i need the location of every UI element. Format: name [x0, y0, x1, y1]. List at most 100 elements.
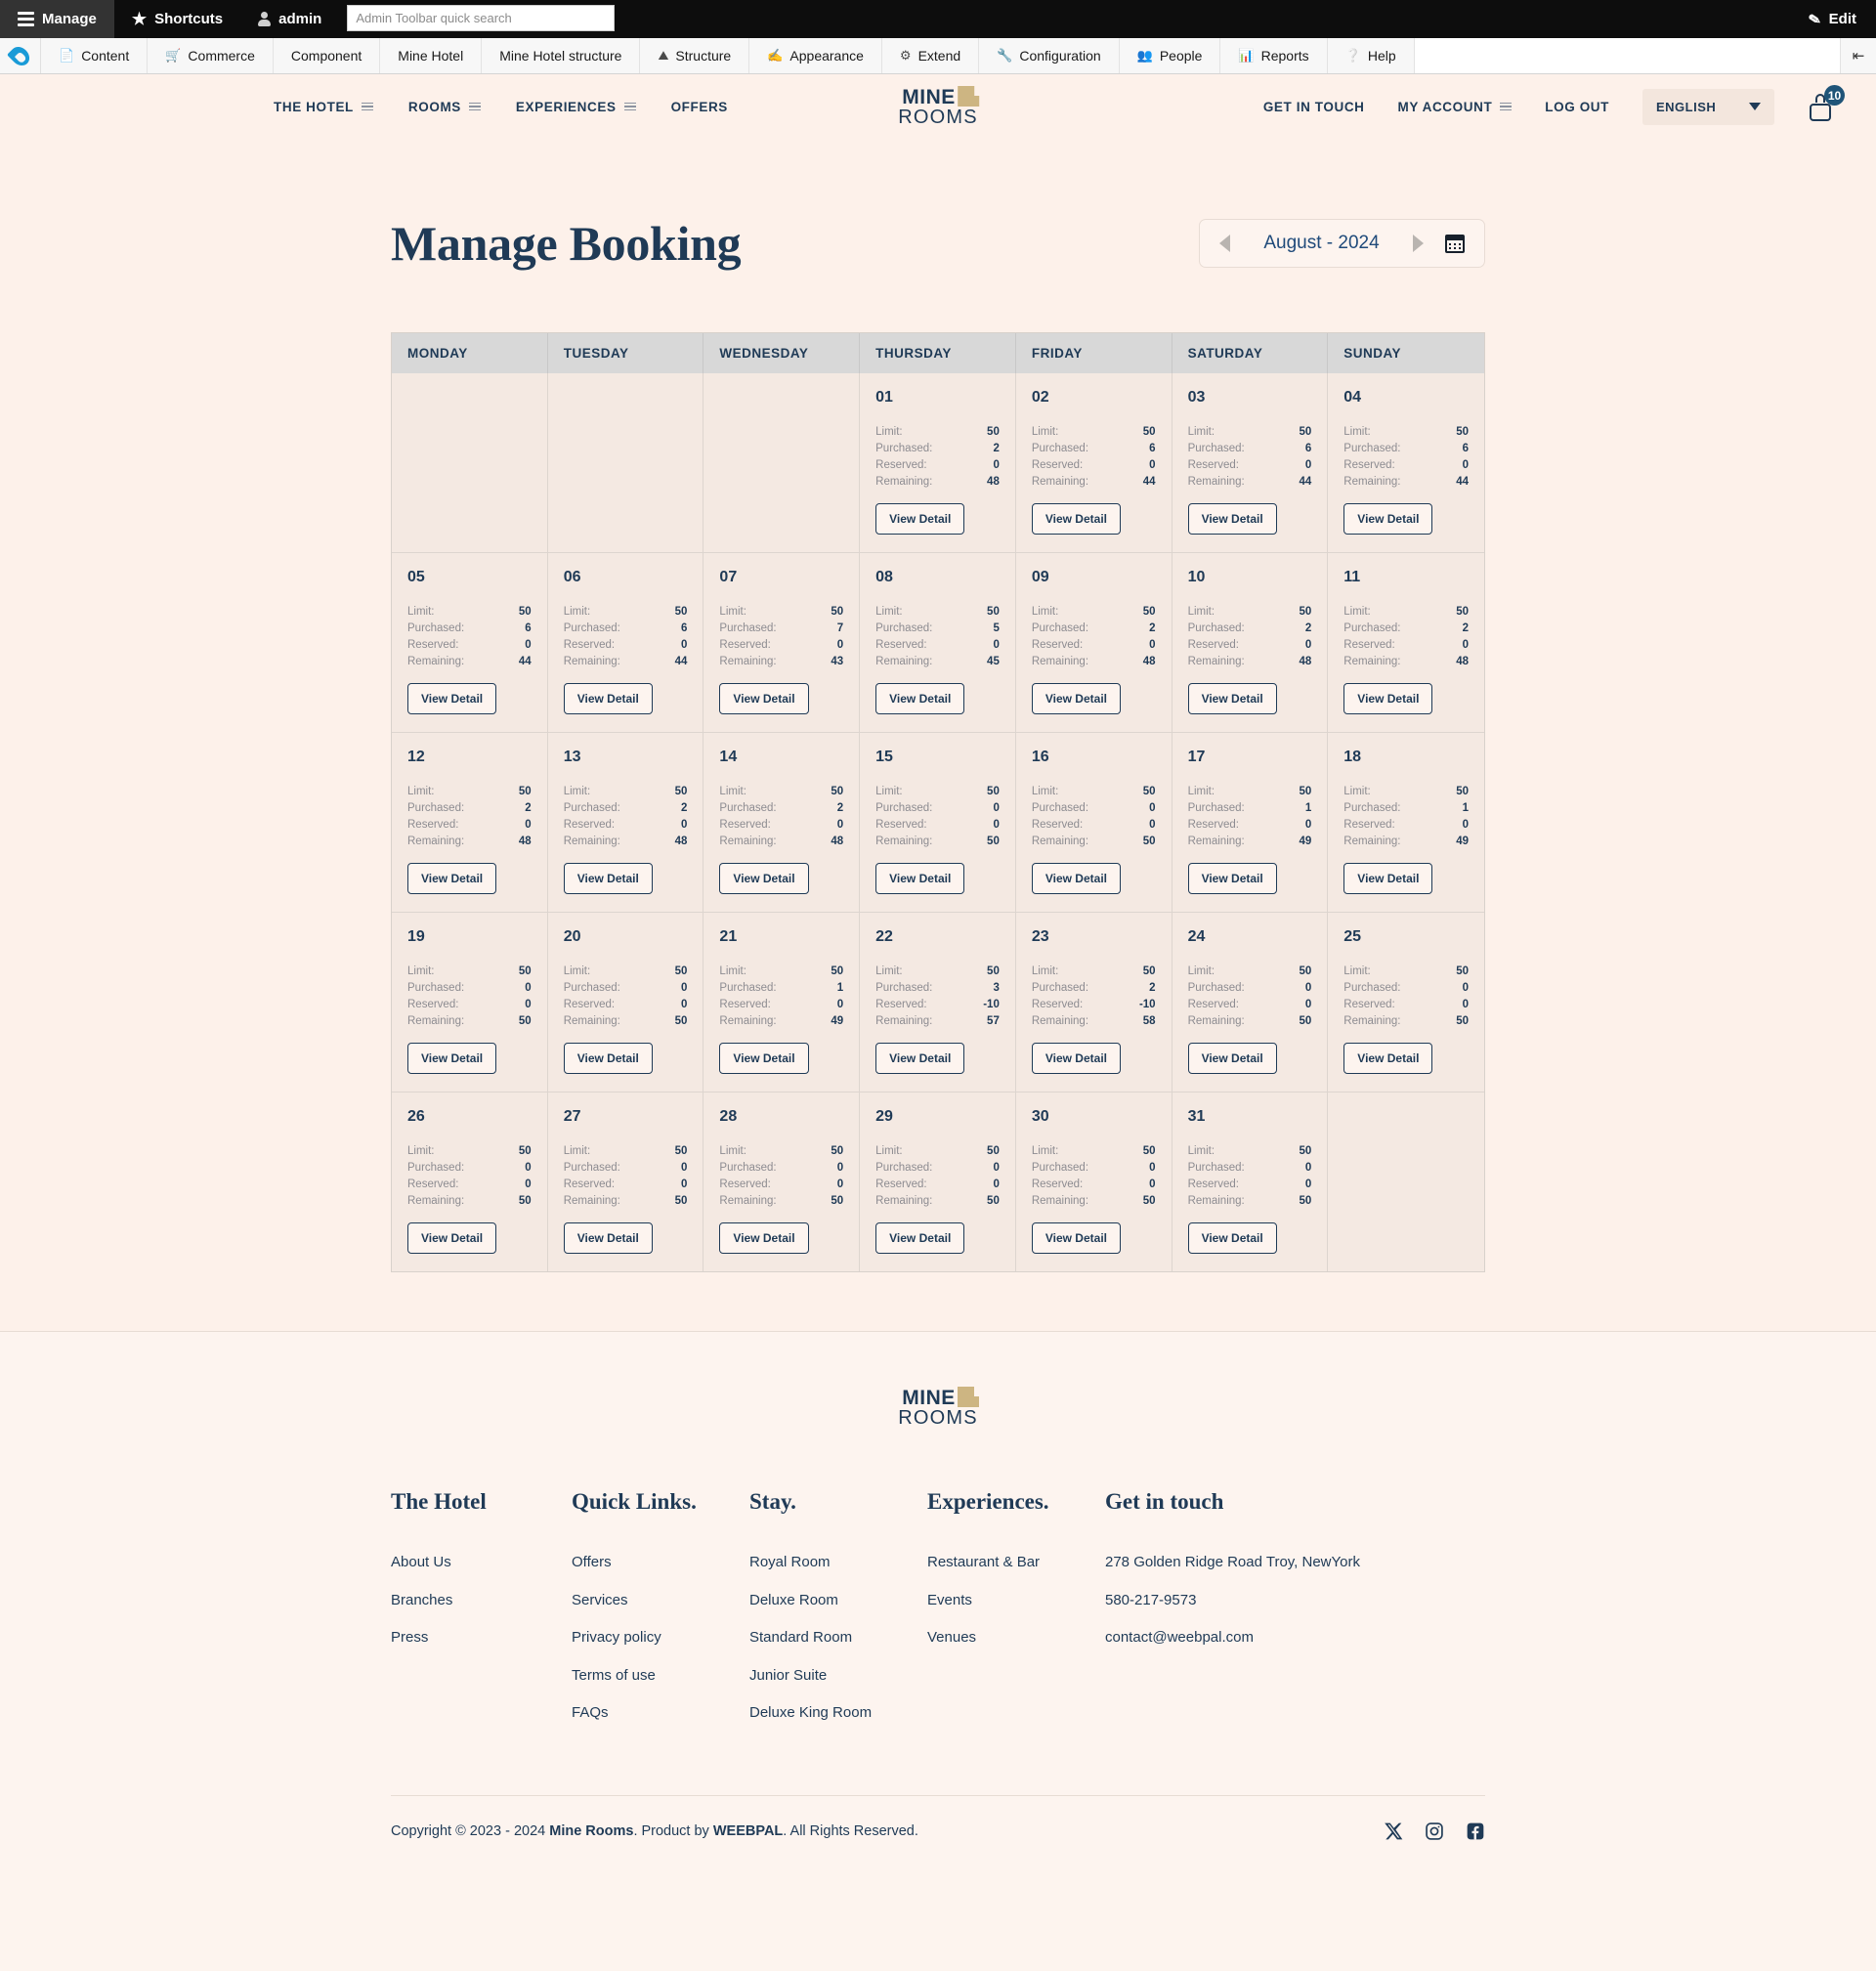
- view-detail-button[interactable]: View Detail: [1031, 683, 1121, 714]
- footer-link[interactable]: Restaurant & Bar: [927, 1552, 1105, 1574]
- footer-link[interactable]: Offers: [572, 1552, 749, 1574]
- stat-purchased: Purchased: 6: [564, 621, 688, 636]
- copyright-suffix: . All Rights Reserved.: [783, 1822, 918, 1839]
- stat-limit-label: Limit:: [875, 786, 903, 797]
- footer-link[interactable]: Services: [572, 1590, 749, 1612]
- view-detail-button[interactable]: View Detail: [1187, 683, 1277, 714]
- nav-item-my-account[interactable]: MY ACCOUNT: [1398, 100, 1513, 114]
- view-detail-button[interactable]: View Detail: [407, 683, 497, 714]
- admin-menu-commerce[interactable]: 🛒 Commerce: [148, 38, 274, 73]
- calendar-icon[interactable]: [1445, 234, 1465, 253]
- admin-menu-people[interactable]: 👥 People: [1120, 38, 1221, 73]
- view-detail-button[interactable]: View Detail: [875, 503, 965, 535]
- admin-menu-configuration[interactable]: 🔧 Configuration: [979, 38, 1120, 73]
- admin-quick-search-input[interactable]: [347, 5, 616, 31]
- language-selector[interactable]: ENGLISH: [1642, 88, 1774, 125]
- arrow-left-icon[interactable]: [1219, 235, 1230, 252]
- stat-limit-value: 50: [1299, 1145, 1312, 1157]
- admin-menu-structure[interactable]: ⛰ Structure: [640, 38, 750, 73]
- view-detail-button[interactable]: View Detail: [407, 863, 497, 894]
- view-detail-button[interactable]: View Detail: [563, 1222, 653, 1254]
- stat-limit: Limit: 50: [719, 784, 843, 799]
- footer-link[interactable]: Deluxe King Room: [749, 1702, 927, 1725]
- view-detail-button[interactable]: View Detail: [719, 1043, 809, 1074]
- admin-menu-component[interactable]: Component: [274, 38, 381, 73]
- footer-link[interactable]: Standard Room: [749, 1627, 927, 1650]
- admin-menu-reports[interactable]: 📊 Reports: [1220, 38, 1328, 73]
- view-detail-button[interactable]: View Detail: [1031, 503, 1121, 535]
- site-logo[interactable]: MINE ROOMS: [898, 85, 979, 128]
- view-detail-button[interactable]: View Detail: [1031, 863, 1121, 894]
- view-detail-button[interactable]: View Detail: [407, 1043, 497, 1074]
- admin-edit-button[interactable]: ✎ Edit: [1808, 0, 1856, 38]
- view-detail-button[interactable]: View Detail: [1343, 863, 1433, 894]
- view-detail-button[interactable]: View Detail: [407, 1222, 497, 1254]
- view-detail-button[interactable]: View Detail: [875, 863, 965, 894]
- weekday-thursday: THURSDAY: [860, 333, 1016, 373]
- view-detail-button[interactable]: View Detail: [1031, 1222, 1121, 1254]
- footer-link[interactable]: Junior Suite: [749, 1665, 927, 1688]
- stat-reserved: Reserved: 0: [1188, 457, 1312, 473]
- view-detail-button[interactable]: View Detail: [1187, 863, 1277, 894]
- view-detail-button[interactable]: View Detail: [1031, 1043, 1121, 1074]
- x-twitter-icon[interactable]: [1384, 1821, 1403, 1841]
- view-detail-button[interactable]: View Detail: [719, 1222, 809, 1254]
- nav-item-offers[interactable]: OFFERS: [671, 100, 728, 114]
- admin-menu-mine-hotel-structure[interactable]: Mine Hotel structure: [482, 38, 641, 73]
- footer-link[interactable]: Press: [391, 1627, 572, 1650]
- nav-item-rooms[interactable]: ROOMS: [408, 100, 481, 114]
- calendar-week-row: 19 Limit: 50 Purchased: 0 Reserved: 0 Remaining…: [392, 912, 1484, 1092]
- footer-link[interactable]: FAQs: [572, 1702, 749, 1725]
- nav-item-get-in-touch[interactable]: GET IN TOUCH: [1263, 100, 1365, 114]
- collapse-sidebar-icon[interactable]: ⇤: [1841, 38, 1876, 73]
- stat-remaining-value: 48: [1299, 656, 1312, 667]
- nav-item-log-out[interactable]: LOG OUT: [1545, 100, 1609, 114]
- view-detail-button[interactable]: View Detail: [563, 683, 653, 714]
- instagram-icon[interactable]: [1425, 1821, 1444, 1841]
- admin-menu-help[interactable]: ❔ Help: [1328, 38, 1415, 73]
- footer-link[interactable]: Branches: [391, 1590, 572, 1612]
- footer-link[interactable]: Deluxe Room: [749, 1590, 927, 1612]
- stat-purchased: Purchased: 2: [407, 800, 532, 816]
- nav-item-the-hotel[interactable]: THE HOTEL: [274, 100, 373, 114]
- stat-remaining: Remaining: 48: [875, 474, 1000, 490]
- view-detail-button[interactable]: View Detail: [1187, 1222, 1277, 1254]
- view-detail-button[interactable]: View Detail: [1343, 1043, 1433, 1074]
- admin-menu-content[interactable]: 📄 Content: [41, 38, 149, 73]
- view-detail-button[interactable]: View Detail: [1187, 1043, 1277, 1074]
- footer-link[interactable]: Events: [927, 1590, 1105, 1612]
- view-detail-button[interactable]: View Detail: [719, 863, 809, 894]
- stat-remaining: Remaining: 48: [719, 834, 843, 849]
- admin-tab-manage[interactable]: Manage: [0, 0, 114, 38]
- view-detail-button[interactable]: View Detail: [563, 863, 653, 894]
- admin-tab-shortcuts[interactable]: ★ Shortcuts: [114, 0, 240, 38]
- view-detail-button[interactable]: View Detail: [563, 1043, 653, 1074]
- admin-menu-extend[interactable]: ⚙ Extend: [882, 38, 980, 73]
- admin-menu-mine-hotel[interactable]: Mine Hotel: [380, 38, 483, 73]
- drupal-logo-icon[interactable]: [0, 38, 41, 73]
- stat-reserved-value: -10: [1138, 999, 1156, 1010]
- copyright-brand: Mine Rooms: [549, 1822, 634, 1839]
- view-detail-button[interactable]: View Detail: [719, 683, 809, 714]
- footer-link[interactable]: About Us: [391, 1552, 572, 1574]
- stat-reserved: Reserved: 0: [564, 637, 688, 653]
- stat-limit-label: Limit:: [1187, 965, 1215, 977]
- facebook-icon[interactable]: [1466, 1821, 1485, 1841]
- admin-tab-account[interactable]: admin: [240, 0, 339, 38]
- footer-link[interactable]: Privacy policy: [572, 1627, 749, 1650]
- footer-logo[interactable]: MINE ROOMS: [391, 1387, 1485, 1429]
- view-detail-button[interactable]: View Detail: [875, 683, 965, 714]
- admin-menu-appearance[interactable]: ✍ Appearance: [749, 38, 882, 73]
- cart-button[interactable]: 10: [1808, 85, 1845, 121]
- footer-link[interactable]: Venues: [927, 1627, 1105, 1650]
- footer-link[interactable]: Royal Room: [749, 1552, 927, 1574]
- arrow-right-icon[interactable]: [1413, 235, 1424, 252]
- view-detail-button[interactable]: View Detail: [875, 1222, 965, 1254]
- view-detail-button[interactable]: View Detail: [1187, 503, 1277, 535]
- view-detail-button[interactable]: View Detail: [1343, 503, 1433, 535]
- view-detail-button[interactable]: View Detail: [1343, 683, 1433, 714]
- view-detail-button[interactable]: View Detail: [875, 1043, 965, 1074]
- nav-item-experiences[interactable]: EXPERIENCES: [516, 100, 636, 114]
- day-number: 05: [407, 569, 425, 585]
- footer-link[interactable]: Terms of use: [572, 1665, 749, 1688]
